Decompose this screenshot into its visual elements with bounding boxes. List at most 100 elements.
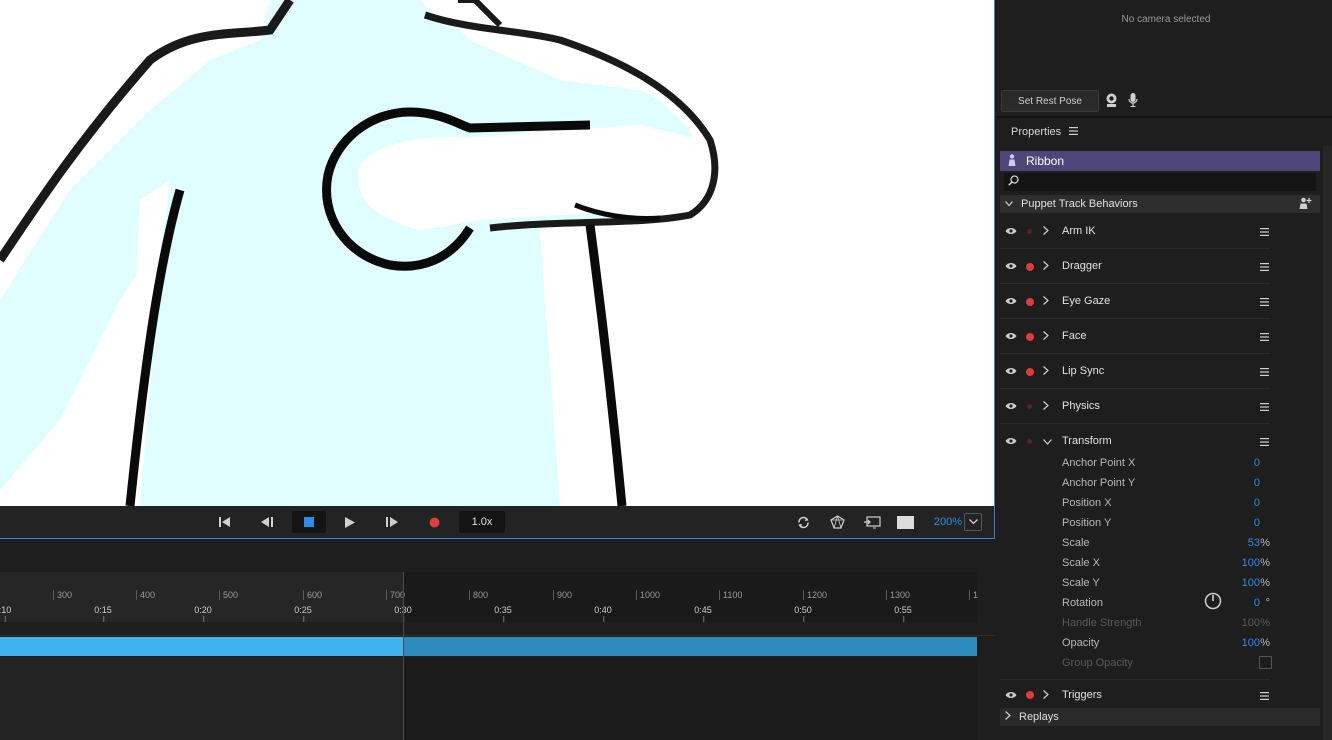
- step-forward-icon[interactable]: [382, 511, 402, 533]
- chevron-right-icon[interactable]: [1043, 401, 1049, 413]
- behavior-row-dragger[interactable]: Dragger: [1000, 249, 1270, 284]
- behavior-row-lip-sync[interactable]: Lip Sync: [1000, 354, 1270, 389]
- panel-menu-icon[interactable]: [1069, 126, 1079, 138]
- zoom-chevron-icon[interactable]: [964, 513, 982, 531]
- behavior-menu-icon[interactable]: [1260, 332, 1269, 344]
- eye-icon[interactable]: [1005, 436, 1017, 448]
- behavior-search-input[interactable]: [1004, 173, 1316, 191]
- param-rotation[interactable]: Rotation 0 °: [1062, 593, 1272, 613]
- record-arm-dot[interactable]: [1026, 691, 1034, 699]
- record-arm-dot[interactable]: [1026, 333, 1034, 341]
- behavior-menu-icon[interactable]: [1260, 367, 1269, 379]
- param-opacity[interactable]: Opacity 100 %: [1062, 633, 1272, 653]
- chevron-right-icon[interactable]: [1005, 711, 1011, 723]
- scene-stage[interactable]: [0, 0, 995, 506]
- param-value[interactable]: 53: [1248, 537, 1260, 549]
- chevron-down-icon[interactable]: [1043, 436, 1052, 448]
- camera-view-icon[interactable]: [827, 511, 847, 533]
- track-lane[interactable]: [0, 657, 403, 740]
- eye-icon[interactable]: [1005, 401, 1017, 413]
- param-value: 100: [1241, 617, 1260, 629]
- chevron-down-icon[interactable]: [1005, 198, 1013, 210]
- puppet-track-behaviors-header[interactable]: Puppet Track Behaviors: [1000, 195, 1320, 213]
- behavior-name: Transform: [1062, 435, 1112, 447]
- param-scale-x[interactable]: Scale X 100 %: [1062, 553, 1272, 573]
- go-to-start-icon[interactable]: [215, 511, 235, 533]
- zoom-level[interactable]: 200%: [926, 511, 962, 533]
- eye-icon[interactable]: [1005, 226, 1017, 238]
- eye-icon[interactable]: [1005, 296, 1017, 308]
- behavior-row-face[interactable]: Face: [1000, 319, 1270, 354]
- eye-icon[interactable]: [1005, 331, 1017, 343]
- eye-icon[interactable]: [1005, 366, 1017, 378]
- set-rest-pose-button[interactable]: Set Rest Pose: [1001, 90, 1099, 112]
- properties-scrollbar[interactable]: [1323, 146, 1332, 740]
- webcam-icon[interactable]: [1105, 93, 1118, 110]
- chevron-right-icon[interactable]: [1043, 296, 1049, 308]
- chevron-right-icon[interactable]: [1043, 226, 1049, 238]
- background-color-icon[interactable]: [895, 511, 915, 533]
- param-value[interactable]: 100: [1242, 577, 1260, 589]
- playback-speed[interactable]: 1.0x: [459, 511, 505, 533]
- param-anchor-point-y[interactable]: Anchor Point Y 0: [1062, 473, 1272, 493]
- frame-tick: 800: [469, 590, 488, 600]
- param-scale-y[interactable]: Scale Y 100 %: [1062, 573, 1272, 593]
- behavior-menu-icon[interactable]: [1260, 227, 1269, 239]
- play-icon[interactable]: [340, 511, 360, 533]
- param-value[interactable]: 0: [1254, 497, 1260, 509]
- behavior-row-transform[interactable]: Transform: [1000, 424, 1270, 454]
- stop-icon[interactable]: [292, 511, 326, 533]
- puppet-name: Ribbon: [1026, 154, 1065, 168]
- param-value[interactable]: 100: [1242, 557, 1260, 569]
- puppet-track-bar[interactable]: [0, 637, 403, 656]
- chevron-right-icon[interactable]: [1043, 331, 1049, 343]
- record-arm-dot[interactable]: [1027, 439, 1032, 444]
- timeline-panel[interactable]: 300 400 500 600 700 800 900 1000 1100 12…: [0, 540, 995, 740]
- playhead[interactable]: [403, 572, 404, 740]
- time-ruler[interactable]: 300 400 500 600 700 800 900 1000 1100 12…: [0, 572, 978, 622]
- add-behavior-icon[interactable]: [1299, 197, 1312, 212]
- eye-icon[interactable]: [1005, 261, 1017, 273]
- puppet-track-bar-after-playhead[interactable]: [404, 637, 977, 656]
- selected-puppet-row[interactable]: Ribbon: [1000, 151, 1320, 171]
- behavior-row-eye-gaze[interactable]: Eye Gaze: [1000, 284, 1270, 319]
- behavior-row-arm-ik[interactable]: Arm IK: [1000, 214, 1270, 249]
- param-name: Scale X: [1062, 557, 1100, 569]
- chevron-right-icon[interactable]: [1043, 366, 1049, 378]
- param-anchor-point-x[interactable]: Anchor Point X 0: [1062, 453, 1272, 473]
- step-back-icon[interactable]: [257, 511, 277, 533]
- rotation-dial-icon[interactable]: [1204, 592, 1222, 613]
- param-scale[interactable]: Scale 53 %: [1062, 533, 1272, 553]
- time-tick: 0:35: [494, 605, 512, 622]
- param-value[interactable]: 0: [1254, 477, 1260, 489]
- record-arm-dot[interactable]: [1027, 404, 1032, 409]
- chevron-right-icon[interactable]: [1043, 690, 1049, 702]
- behavior-row-physics[interactable]: Physics: [1000, 389, 1270, 424]
- behavior-menu-icon[interactable]: [1260, 297, 1269, 309]
- loop-icon[interactable]: [793, 511, 813, 533]
- microphone-icon[interactable]: [1128, 93, 1138, 110]
- behavior-row-triggers[interactable]: Triggers: [1000, 679, 1270, 707]
- record-arm-dot[interactable]: [1026, 298, 1034, 306]
- chevron-right-icon[interactable]: [1043, 261, 1049, 273]
- record-arm-dot[interactable]: [1027, 229, 1032, 234]
- behavior-menu-icon[interactable]: [1260, 691, 1269, 703]
- behavior-menu-icon[interactable]: [1260, 262, 1269, 274]
- replays-section-header[interactable]: Replays: [1000, 708, 1320, 726]
- output-icon[interactable]: [861, 511, 883, 533]
- param-position-y[interactable]: Position Y 0: [1062, 513, 1272, 533]
- eye-icon[interactable]: [1005, 690, 1017, 702]
- param-handle-strength: Handle Strength 100 %: [1062, 613, 1272, 633]
- replays-label: Replays: [1019, 711, 1059, 723]
- param-value[interactable]: 0: [1254, 457, 1260, 469]
- record-icon[interactable]: [424, 511, 444, 533]
- param-value[interactable]: 0: [1254, 517, 1260, 529]
- param-position-x[interactable]: Position X 0: [1062, 493, 1272, 513]
- behavior-menu-icon[interactable]: [1260, 402, 1269, 414]
- behavior-menu-icon[interactable]: [1260, 437, 1269, 449]
- param-value[interactable]: 100: [1242, 637, 1260, 649]
- group-opacity-checkbox[interactable]: [1259, 656, 1272, 669]
- record-arm-dot[interactable]: [1026, 368, 1034, 376]
- track-lane-after-playhead[interactable]: [404, 657, 977, 740]
- record-arm-dot[interactable]: [1026, 263, 1034, 271]
